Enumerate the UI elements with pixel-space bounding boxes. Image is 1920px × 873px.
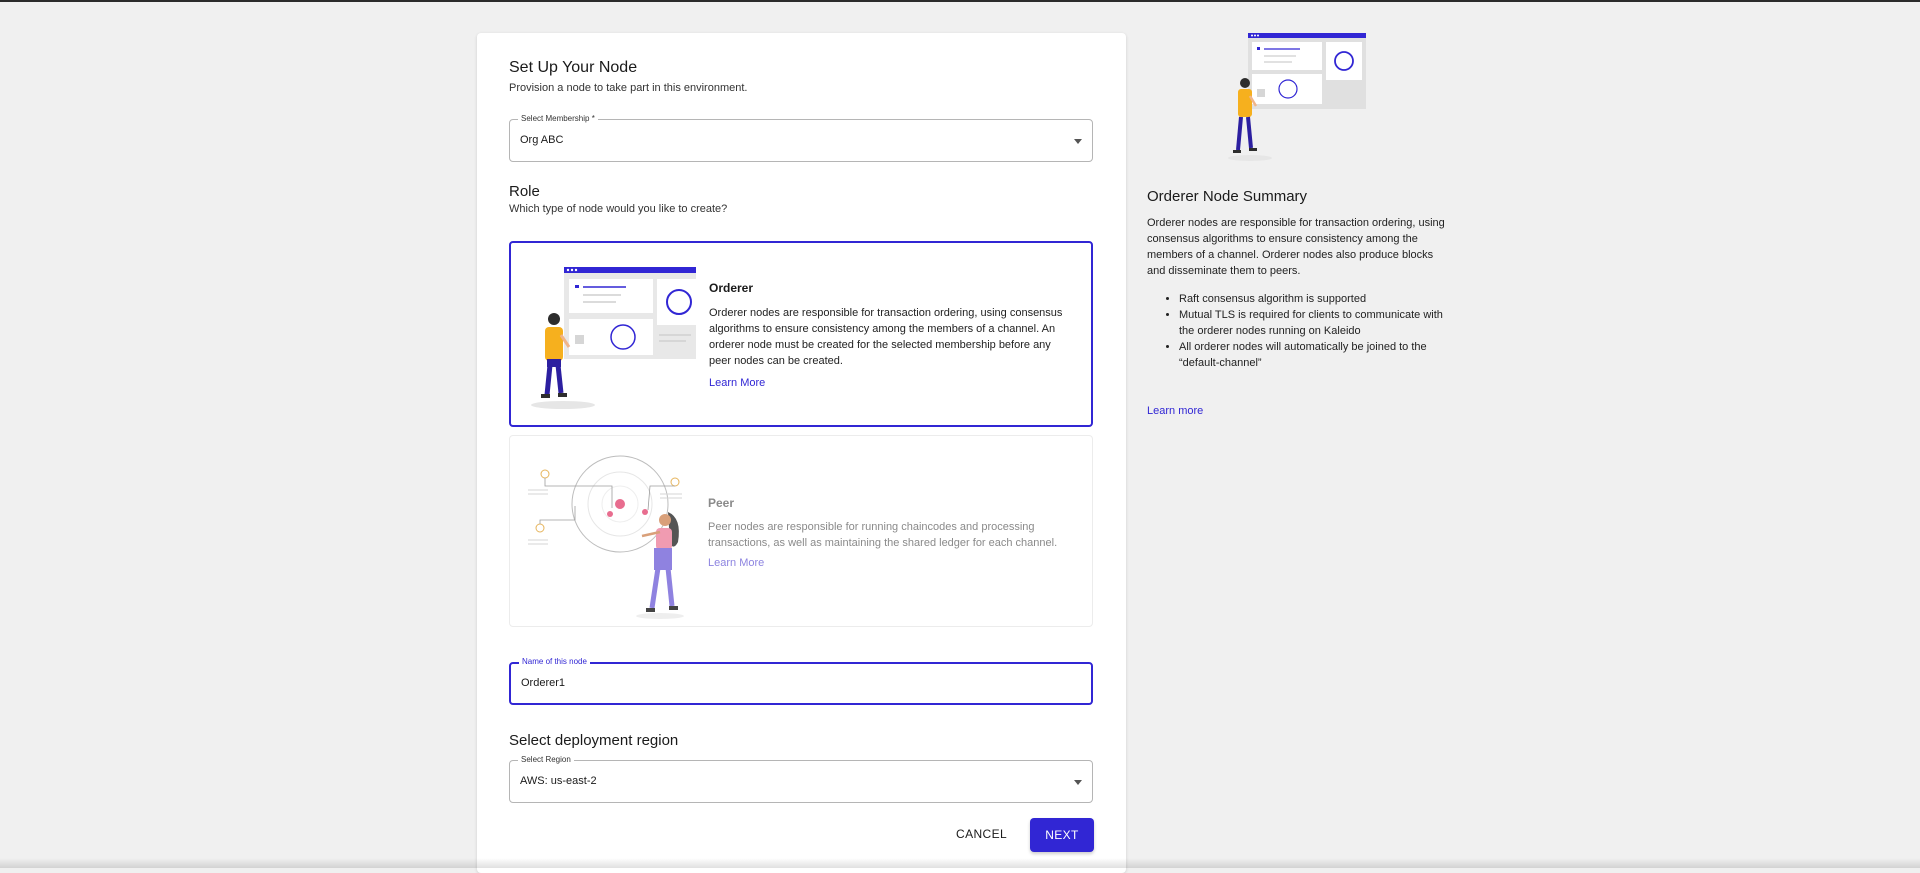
summary-title: Orderer Node Summary — [1147, 188, 1308, 205]
window-top-border — [0, 0, 1920, 2]
summary-bullet: Mutual TLS is required for clients to co… — [1179, 307, 1447, 339]
role-subtitle: Which type of node would you like to cre… — [509, 203, 728, 215]
summary-bullet: Raft consensus algorithm is supported — [1179, 291, 1447, 307]
summary-illustration — [1228, 33, 1366, 161]
bottom-shadow — [0, 858, 1920, 868]
region-select-value: AWS: us-east-2 — [520, 775, 597, 787]
orderer-illustration — [531, 267, 696, 409]
membership-select-label: Select Membership * — [518, 113, 598, 125]
role-option-orderer[interactable]: Orderer Orderer nodes are responsible fo… — [509, 241, 1093, 427]
next-button[interactable]: NEXT — [1030, 818, 1094, 852]
summary-bullet-list: Raft consensus algorithm is supported Mu… — [1147, 291, 1447, 371]
region-heading: Select deployment region — [509, 732, 679, 749]
dropdown-arrow-icon — [1074, 780, 1082, 785]
membership-select[interactable]: Select Membership * Org ABC — [509, 113, 1093, 162]
peer-title: Peer — [708, 496, 735, 510]
region-select-label: Select Region — [518, 754, 574, 766]
orderer-description: Orderer nodes are responsible for transa… — [709, 307, 1063, 367]
node-name-label: Name of this node — [519, 656, 590, 668]
membership-select-value: Org ABC — [520, 134, 564, 146]
orderer-summary-panel: Orderer Node Summary Orderer nodes are r… — [1147, 188, 1447, 417]
node-name-input[interactable]: Orderer1 — [521, 677, 565, 689]
dropdown-arrow-icon — [1074, 139, 1082, 144]
orderer-learn-more-link[interactable]: Learn More — [709, 377, 765, 389]
peer-illustration — [528, 455, 684, 619]
role-heading: Role — [509, 183, 540, 200]
summary-bullet: All orderer nodes will automatically be … — [1179, 339, 1447, 371]
summary-learn-more-link[interactable]: Learn more — [1147, 405, 1447, 417]
page-subtitle: Provision a node to take part in this en… — [509, 82, 748, 94]
cancel-button[interactable]: CANCEL — [956, 827, 1007, 841]
role-option-peer[interactable]: Peer Peer nodes are responsible for runn… — [509, 435, 1093, 627]
orderer-title: Orderer — [709, 281, 754, 295]
node-name-field[interactable]: Name of this node Orderer1 — [509, 656, 1093, 705]
page-title: Set Up Your Node — [509, 59, 638, 76]
summary-description: Orderer nodes are responsible for transa… — [1147, 217, 1445, 277]
node-setup-card: Set Up Your Node Provision a node to tak… — [477, 33, 1126, 873]
peer-description: Peer nodes are responsible for running c… — [708, 521, 1058, 549]
peer-learn-more-link[interactable]: Learn More — [708, 557, 764, 569]
region-select[interactable]: Select Region AWS: us-east-2 — [509, 754, 1093, 803]
